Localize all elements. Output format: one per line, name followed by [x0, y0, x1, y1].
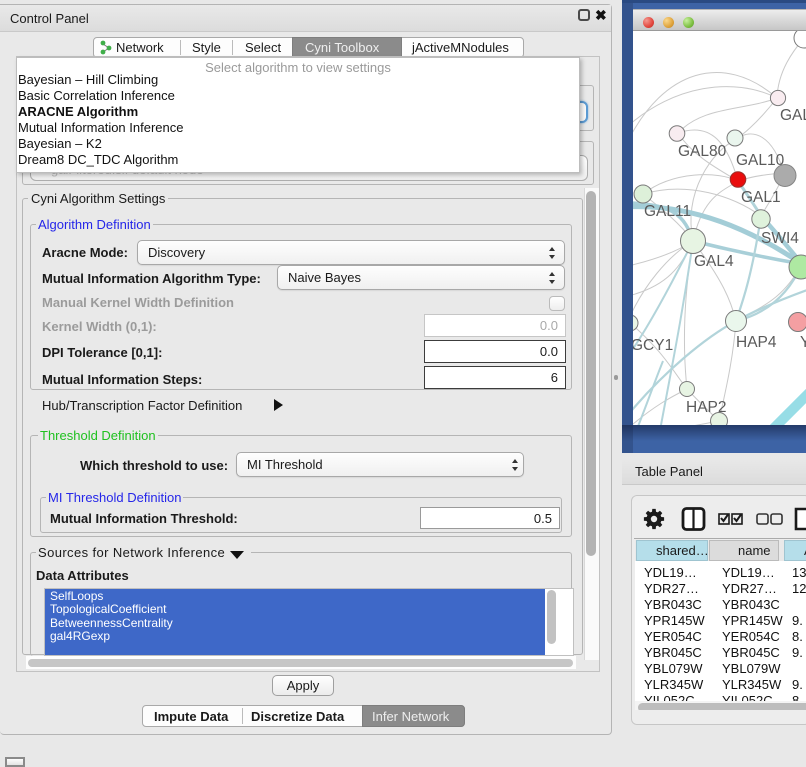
svg-text:GAL80: GAL80 — [678, 143, 727, 160]
svg-text:Y: Y — [800, 334, 806, 351]
svg-text:HAP4: HAP4 — [736, 334, 777, 351]
svg-text:GAL4: GAL4 — [694, 253, 734, 270]
svg-text:HAP2: HAP2 — [686, 399, 727, 416]
svg-text:GCY1: GCY1 — [633, 337, 673, 354]
svg-text:SWI4: SWI4 — [761, 230, 799, 247]
svg-text:GAL1: GAL1 — [741, 189, 781, 206]
svg-text:GAL11: GAL11 — [644, 203, 691, 220]
svg-text:GAL10: GAL10 — [736, 152, 785, 169]
svg-text:GAL: GAL — [780, 107, 806, 124]
